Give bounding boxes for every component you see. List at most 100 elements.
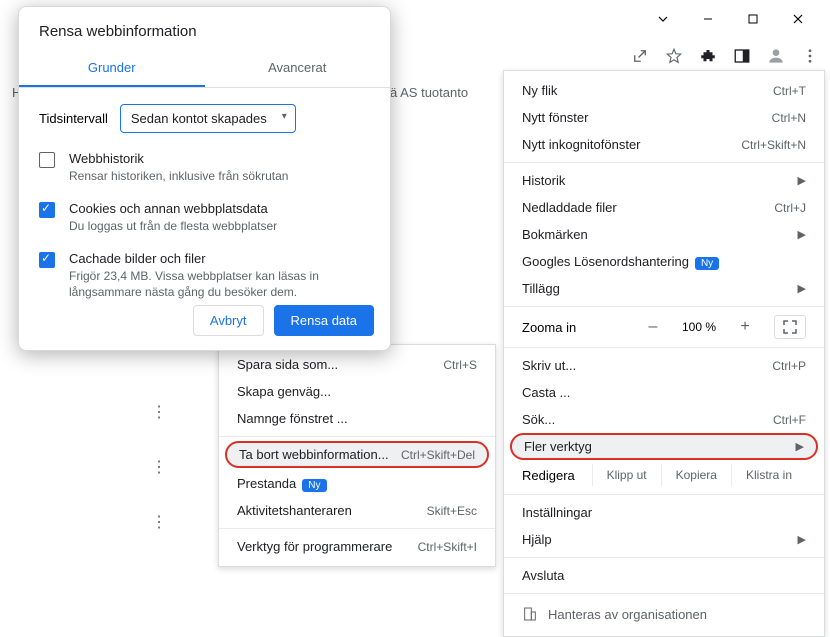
overflow-dots-icon[interactable]: ⋮ xyxy=(147,400,171,424)
label: Skapa genväg... xyxy=(237,384,331,399)
check-text: Cookies och annan webbplatsdata Du logga… xyxy=(69,201,277,235)
menu-dots-icon[interactable] xyxy=(798,44,822,68)
bg-text: ä AS tuotanto xyxy=(390,85,468,100)
time-range-row: Tidsintervall Sedan kontot skapades xyxy=(19,88,390,143)
separator xyxy=(504,306,824,307)
chevron-right-icon: ▶ xyxy=(796,440,804,453)
menu-passwords[interactable]: Googles LösenordshanteringNy xyxy=(504,248,824,275)
checkbox[interactable] xyxy=(39,252,55,268)
zoom-out-button[interactable]: – xyxy=(640,316,666,338)
separator xyxy=(504,162,824,163)
label: Inställningar xyxy=(522,505,592,520)
dialog-actions: Avbryt Rensa data xyxy=(193,305,374,336)
cut-button[interactable]: Klipp ut xyxy=(592,464,661,486)
menu-managed[interactable]: Hanteras av organisationen xyxy=(504,598,824,630)
menu-extensions[interactable]: Tillägg▶ xyxy=(504,275,824,302)
overflow-dots-icon[interactable]: ⋮ xyxy=(147,455,171,479)
label: Fler verktyg xyxy=(524,439,592,454)
window-controls xyxy=(640,5,820,33)
label: Hjälp xyxy=(522,532,552,547)
submenu-performance[interactable]: PrestandaNy xyxy=(219,470,495,497)
share-icon[interactable] xyxy=(628,44,652,68)
menu-bookmarks[interactable]: Bokmärken▶ xyxy=(504,221,824,248)
checkbox[interactable] xyxy=(39,152,55,168)
submenu-save-as[interactable]: Spara sida som... Ctrl+S xyxy=(219,351,495,378)
check-sub: Frigör 23,4 MB. Vissa webbplatser kan lä… xyxy=(69,268,370,302)
check-history[interactable]: Webbhistorik Rensar historiken, inklusiv… xyxy=(19,143,390,193)
shortcut: Ctrl+T xyxy=(773,84,806,98)
check-title: Cookies och annan webbplatsdata xyxy=(69,201,277,216)
shortcut: Ctrl+J xyxy=(774,201,806,215)
menu-settings[interactable]: Inställningar xyxy=(504,499,824,526)
label: Namnge fönstret ... xyxy=(237,411,348,426)
dialog-tabs: Grunder Avancerat xyxy=(19,50,390,88)
label: Ta bort webbinformation... xyxy=(239,447,389,462)
menu-new-window[interactable]: Nytt fönsterCtrl+N xyxy=(504,104,824,131)
menu-incognito[interactable]: Nytt inkognitofönsterCtrl+Skift+N xyxy=(504,131,824,158)
label: Skriv ut... xyxy=(522,358,576,373)
tab-advanced[interactable]: Avancerat xyxy=(205,50,391,87)
check-title: Cachade bilder och filer xyxy=(69,251,370,266)
menu-edit: Redigera Klipp ut Kopiera Klistra in xyxy=(504,460,824,490)
submenu-dev-tools[interactable]: Verktyg för programmerareCtrl+Skift+I xyxy=(219,533,495,560)
bookmark-star-icon[interactable] xyxy=(662,44,686,68)
label: Ny flik xyxy=(522,83,557,98)
more-tools-submenu: Spara sida som...Ctrl+S Skapa genväg... … xyxy=(218,344,496,567)
chevron-right-icon: ▶ xyxy=(798,174,806,187)
zoom-in-button[interactable]: + xyxy=(732,316,758,338)
close-button[interactable] xyxy=(775,5,820,33)
tab-basic[interactable]: Grunder xyxy=(19,50,205,87)
check-cookies[interactable]: Cookies och annan webbplatsdata Du logga… xyxy=(19,193,390,243)
shortcut: Ctrl+P xyxy=(772,359,806,373)
label: Nedladdade filer xyxy=(522,200,617,215)
menu-cast[interactable]: Casta ... xyxy=(504,379,824,406)
cancel-button[interactable]: Avbryt xyxy=(193,305,264,336)
label: Spara sida som... xyxy=(237,357,338,372)
label: Zooma in xyxy=(522,320,632,335)
menu-help[interactable]: Hjälp▶ xyxy=(504,526,824,553)
check-cache[interactable]: Cachade bilder och filer Frigör 23,4 MB.… xyxy=(19,243,390,310)
fullscreen-button[interactable] xyxy=(774,315,806,339)
copy-button[interactable]: Kopiera xyxy=(661,464,731,486)
overflow-dots-icon[interactable]: ⋮ xyxy=(147,510,171,534)
maximize-button[interactable] xyxy=(730,5,775,33)
submenu-name-window[interactable]: Namnge fönstret ... xyxy=(219,405,495,432)
separator xyxy=(504,557,824,558)
submenu-clear-data[interactable]: Ta bort webbinformation...Ctrl+Skift+Del xyxy=(225,441,489,468)
dropdown-icon[interactable] xyxy=(640,5,685,33)
menu-find[interactable]: Sök...Ctrl+F xyxy=(504,406,824,433)
label: Historik xyxy=(522,173,565,188)
paste-button[interactable]: Klistra in xyxy=(731,464,806,486)
building-icon xyxy=(522,606,538,622)
time-range-select[interactable]: Sedan kontot skapades xyxy=(120,104,296,133)
new-badge: Ny xyxy=(302,479,326,492)
menu-print[interactable]: Skriv ut... Ctrl+P xyxy=(504,352,824,379)
profile-icon[interactable] xyxy=(764,44,788,68)
separator xyxy=(219,528,495,529)
label: Bokmärken xyxy=(522,227,588,242)
shortcut: Ctrl+N xyxy=(772,111,806,125)
toolbar xyxy=(628,44,822,68)
zoom-percent: 100 % xyxy=(674,320,724,334)
menu-downloads[interactable]: Nedladdade filer Ctrl+J xyxy=(504,194,824,221)
check-title: Webbhistorik xyxy=(69,151,288,166)
label: Hanteras av organisationen xyxy=(548,607,707,622)
shortcut: Ctrl+S xyxy=(443,358,477,372)
label: PrestandaNy xyxy=(237,476,327,491)
clear-browsing-data-dialog: Rensa webbinformation Grunder Avancerat … xyxy=(18,6,391,351)
extensions-icon[interactable] xyxy=(696,44,720,68)
menu-exit[interactable]: Avsluta xyxy=(504,562,824,589)
label: Nytt inkognitofönster xyxy=(522,137,641,152)
submenu-task-manager[interactable]: AktivitetshanterarenSkift+Esc xyxy=(219,497,495,524)
minimize-button[interactable] xyxy=(685,5,730,33)
clear-data-button[interactable]: Rensa data xyxy=(274,305,375,336)
label: Redigera xyxy=(522,468,592,483)
submenu-shortcut[interactable]: Skapa genväg... xyxy=(219,378,495,405)
checkbox[interactable] xyxy=(39,202,55,218)
label: Aktivitetshanteraren xyxy=(237,503,352,518)
sidepanel-icon[interactable] xyxy=(730,44,754,68)
menu-new-tab[interactable]: Ny flik Ctrl+T xyxy=(504,77,824,104)
menu-history[interactable]: Historik ▶ xyxy=(504,167,824,194)
separator xyxy=(504,593,824,594)
menu-more-tools[interactable]: Fler verktyg ▶ xyxy=(510,433,818,460)
